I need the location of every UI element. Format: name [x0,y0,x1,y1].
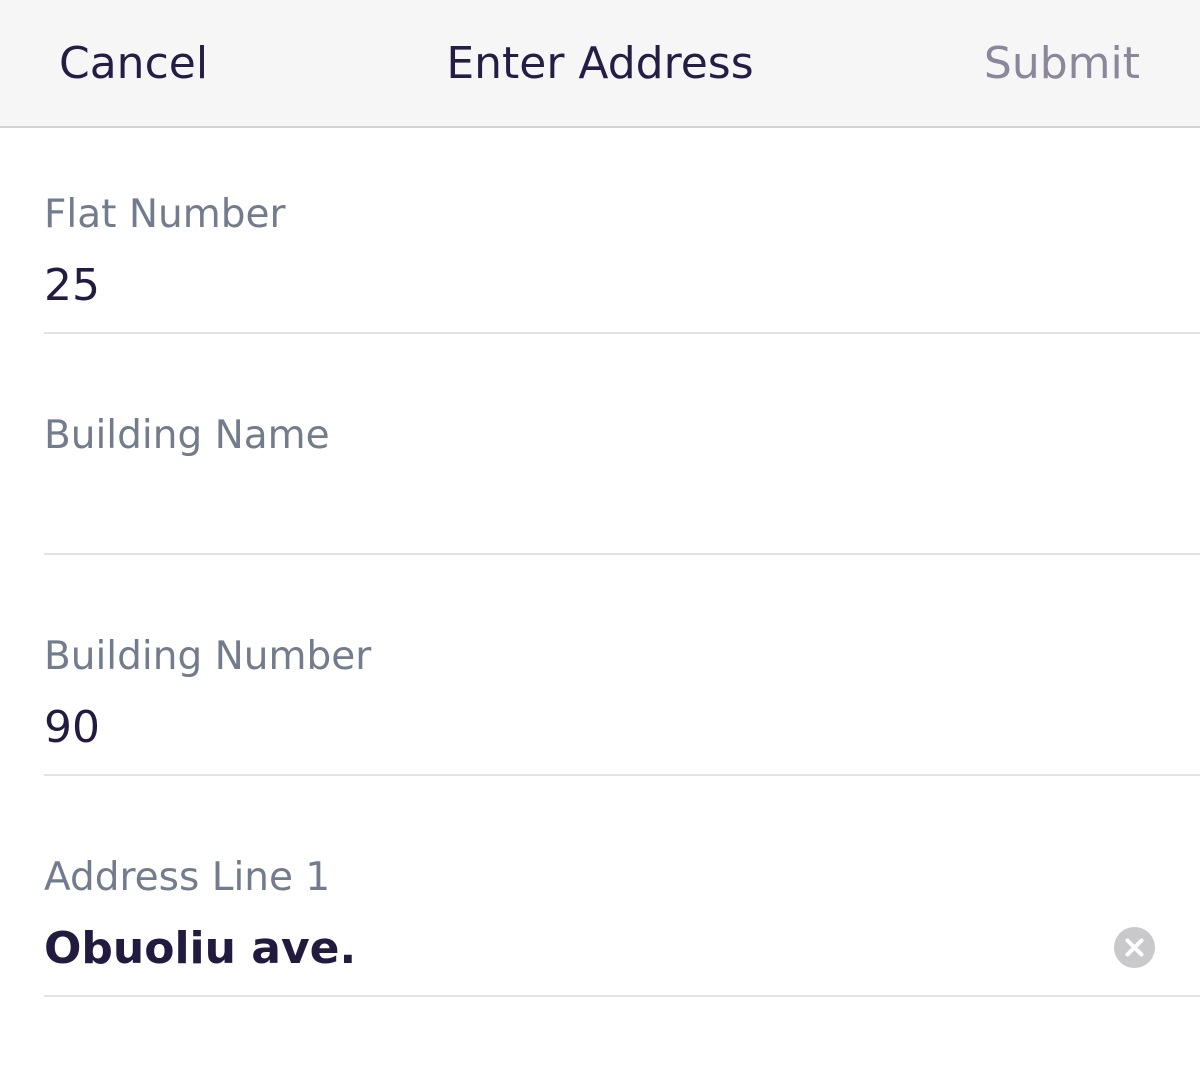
flat-number-label: Flat Number [44,192,286,237]
field-divider [44,774,1200,776]
field-divider [44,332,1200,334]
field-divider [44,995,1200,997]
clear-icon[interactable] [1114,927,1155,968]
building-number-input[interactable]: 90 [44,700,1084,756]
building-number-label: Building Number [44,634,372,679]
building-number-field[interactable]: Building Number 90 [44,634,1200,854]
flat-number-input[interactable]: 25 [44,258,1084,314]
cancel-button[interactable]: Cancel [59,36,208,92]
flat-number-field[interactable]: Flat Number 25 [44,192,1200,412]
building-name-field[interactable]: Building Name [44,413,1200,633]
building-name-input[interactable] [44,479,1084,535]
address-line-1-input[interactable]: Obuoliu ave. [44,921,1084,977]
address-line-1-label: Address Line 1 [44,855,331,900]
building-name-label: Building Name [44,413,330,458]
address-line-1-field[interactable]: Address Line 1 Obuoliu ave. [44,855,1200,1075]
submit-button[interactable]: Submit [984,36,1140,92]
navigation-bar: Cancel Enter Address Submit [0,0,1200,128]
field-divider [44,553,1200,555]
